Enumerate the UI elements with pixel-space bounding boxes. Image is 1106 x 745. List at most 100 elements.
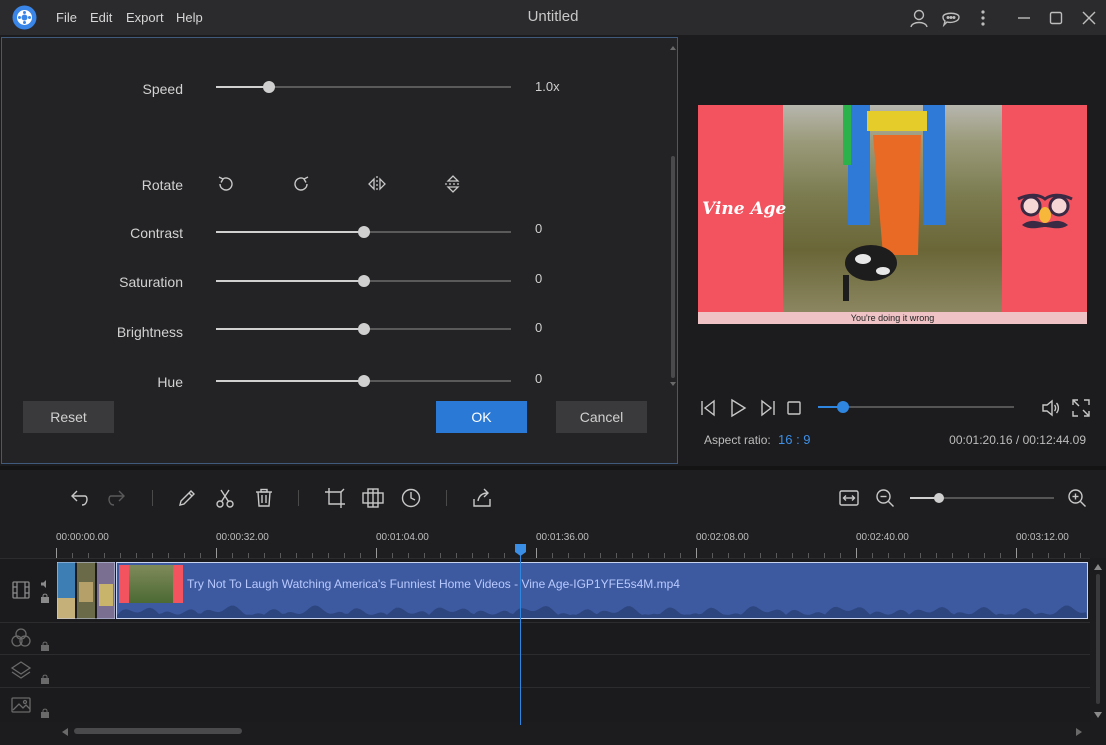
- seek-slider-handle[interactable]: [837, 401, 850, 413]
- saturation-slider-handle[interactable]: [357, 275, 370, 287]
- hue-slider-handle[interactable]: [357, 375, 370, 387]
- image-clip-thumbnails[interactable]: [57, 562, 115, 619]
- preview-panel: Vine Age You're doing it wrong Aspect ra…: [680, 37, 1106, 464]
- scrollbar-thumb[interactable]: [74, 728, 242, 734]
- overlay-track: [0, 654, 1090, 687]
- rotate-right-icon[interactable]: [290, 173, 312, 195]
- fit-timeline-icon[interactable]: [838, 487, 860, 509]
- speed-slider-handle[interactable]: [263, 81, 276, 93]
- timeline-toolbar: [0, 470, 1106, 526]
- playhead-line[interactable]: [520, 550, 521, 725]
- ruler-ticks: [56, 548, 1081, 558]
- timeline-horizontal-scrollbar[interactable]: [56, 725, 1090, 739]
- title-bar: File Edit Export Help Untitled: [0, 0, 1106, 35]
- audio-waveform: [117, 605, 1087, 618]
- volume-icon[interactable]: [1040, 398, 1060, 418]
- video-caption: You're doing it wrong: [850, 313, 935, 323]
- next-frame-icon[interactable]: [758, 398, 778, 418]
- scroll-left-icon[interactable]: [60, 727, 70, 737]
- timeline-vertical-scrollbar[interactable]: [1090, 560, 1106, 722]
- reset-button[interactable]: Reset: [23, 401, 114, 433]
- timeline-zoom-slider[interactable]: [910, 493, 1054, 503]
- brightness-value: 0: [535, 320, 543, 335]
- aspect-ratio-value[interactable]: 16 : 9: [778, 432, 811, 447]
- ok-button[interactable]: OK: [436, 401, 527, 433]
- ruler-label: 00:00:32.00: [216, 532, 269, 543]
- crop-icon[interactable]: [324, 487, 346, 509]
- contrast-slider-handle[interactable]: [357, 226, 370, 238]
- lock-icon[interactable]: [40, 674, 50, 684]
- ruler-label: 00:02:40.00: [856, 532, 909, 543]
- video-settings-panel: Speed 1.0x Rotate Contrast 0 Saturation: [1, 37, 678, 464]
- ruler-label: 00:01:04.00: [376, 532, 429, 543]
- lock-icon[interactable]: [40, 593, 50, 603]
- brightness-slider[interactable]: [216, 323, 511, 335]
- speaker-icon[interactable]: [40, 579, 50, 589]
- chat-icon[interactable]: [940, 7, 962, 29]
- hue-label: Hue: [157, 374, 183, 390]
- lock-icon[interactable]: [40, 641, 50, 651]
- dog-image: [843, 245, 897, 301]
- cancel-button[interactable]: Cancel: [556, 401, 647, 433]
- ruler-label: 00:00:00.00: [56, 532, 109, 543]
- ruler-label: 00:01:36.00: [536, 532, 589, 543]
- app-logo-icon: [12, 5, 37, 30]
- undo-icon[interactable]: [68, 487, 90, 509]
- duration-clock-icon[interactable]: [400, 487, 422, 509]
- brightness-slider-handle[interactable]: [357, 323, 370, 335]
- scissors-icon[interactable]: [214, 487, 236, 509]
- film-strip-icon: [12, 581, 30, 599]
- hue-value: 0: [535, 371, 543, 386]
- menu-help[interactable]: Help: [176, 10, 203, 25]
- saturation-label: Saturation: [119, 274, 183, 290]
- export-share-icon[interactable]: [471, 487, 493, 509]
- stop-icon[interactable]: [784, 398, 804, 418]
- play-icon[interactable]: [728, 398, 748, 418]
- delete-icon[interactable]: [253, 487, 275, 509]
- hue-slider[interactable]: [216, 375, 511, 387]
- mosaic-icon[interactable]: [362, 487, 384, 509]
- saturation-slider[interactable]: [216, 275, 511, 287]
- time-current: 00:01:20.16: [949, 433, 1013, 447]
- rotate-left-icon[interactable]: [215, 173, 237, 195]
- zoom-out-icon[interactable]: [874, 487, 896, 509]
- speed-slider[interactable]: [216, 81, 511, 93]
- filter-circles-icon: [11, 628, 31, 647]
- lock-icon[interactable]: [40, 708, 50, 718]
- speed-slider-fill: [216, 86, 270, 88]
- effects-track: [0, 622, 1090, 654]
- contrast-slider[interactable]: [216, 226, 511, 238]
- brightness-label: Brightness: [116, 324, 183, 340]
- saturation-slider-fill: [216, 280, 364, 282]
- previous-frame-icon[interactable]: [698, 398, 718, 418]
- close-icon[interactable]: [1078, 7, 1100, 29]
- flip-vertical-icon[interactable]: [442, 173, 464, 195]
- flip-horizontal-icon[interactable]: [366, 173, 388, 195]
- scroll-right-icon[interactable]: [1074, 727, 1084, 737]
- minimize-icon[interactable]: [1013, 7, 1035, 29]
- timeline-ruler[interactable]: 00:00:00.00 00:00:32.00 00:01:04.00 00:0…: [0, 526, 1106, 558]
- edit-pencil-icon[interactable]: [176, 487, 198, 509]
- playhead-handle[interactable]: [515, 544, 526, 556]
- redo-icon[interactable]: [106, 487, 128, 509]
- menu-edit[interactable]: Edit: [90, 10, 112, 25]
- hue-slider-fill: [216, 380, 364, 382]
- more-vertical-icon[interactable]: [972, 7, 994, 29]
- seek-slider[interactable]: [818, 401, 1014, 413]
- zoom-slider-handle[interactable]: [933, 493, 944, 503]
- fullscreen-icon[interactable]: [1071, 398, 1091, 418]
- time-separator: /: [1012, 433, 1023, 447]
- clip-thumbnail-frame: [129, 565, 173, 603]
- menu-file[interactable]: File: [56, 10, 77, 25]
- toolbar-separator: [298, 490, 299, 506]
- maximize-icon[interactable]: [1045, 7, 1067, 29]
- zoom-in-icon[interactable]: [1066, 487, 1088, 509]
- contrast-value: 0: [535, 221, 543, 236]
- saturation-value: 0: [535, 271, 543, 286]
- menu-export[interactable]: Export: [126, 10, 164, 25]
- ruler-label: 00:02:08.00: [696, 532, 749, 543]
- user-icon[interactable]: [908, 7, 930, 29]
- toolbar-separator: [446, 490, 447, 506]
- settings-scrollbar[interactable]: [670, 44, 676, 388]
- video-clip[interactable]: Try Not To Laugh Watching America's Funn…: [116, 562, 1088, 619]
